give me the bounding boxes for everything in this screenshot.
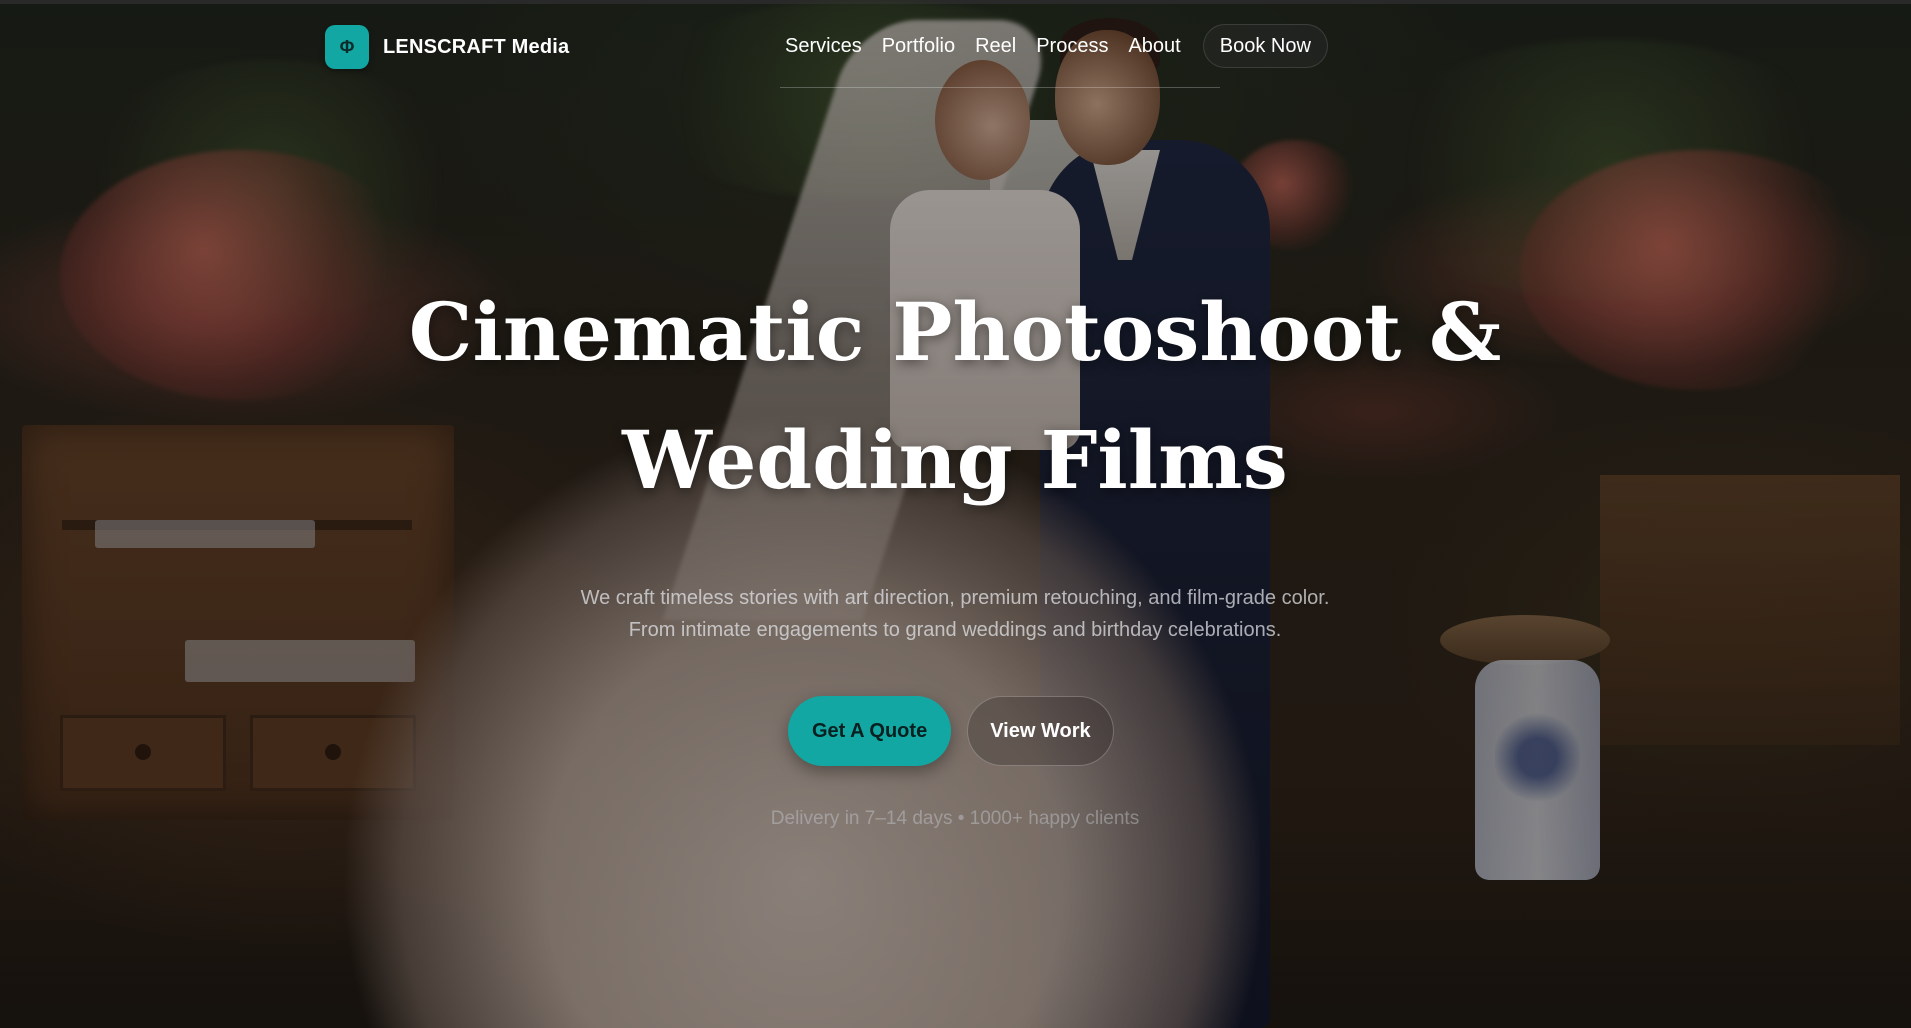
lens-logo-icon: Φ — [325, 25, 369, 69]
brand-logo[interactable]: Φ LENSCRAFT Media — [325, 25, 569, 69]
delivery-info: Delivery in 7–14 days • 1000+ happy clie… — [770, 808, 1140, 829]
nav-link-reel[interactable]: Reel — [975, 35, 1016, 58]
brand-name: LENSCRAFT Media — [383, 35, 570, 58]
nav-link-about[interactable]: About — [1128, 35, 1180, 58]
site-header: Φ LENSCRAFT Media Services Portfolio Ree… — [0, 0, 1911, 90]
main-nav: Services Portfolio Reel Process About Bo… — [785, 24, 1328, 68]
hero-title: Cinematic Photoshoot & Wedding Films — [408, 285, 1502, 507]
view-work-button[interactable]: View Work — [967, 696, 1114, 766]
nav-divider — [780, 87, 1220, 88]
nav-link-portfolio[interactable]: Portfolio — [882, 35, 955, 58]
nav-link-services[interactable]: Services — [785, 35, 862, 58]
hero-cta-group: Get A Quote View Work — [788, 696, 1114, 766]
nav-link-process[interactable]: Process — [1036, 35, 1108, 58]
hero-section: Φ LENSCRAFT Media Services Portfolio Ree… — [0, 0, 1911, 1028]
hero-subtitle: We craft timeless stories with art direc… — [580, 587, 1330, 641]
get-quote-button[interactable]: Get A Quote — [788, 696, 952, 766]
book-now-button[interactable]: Book Now — [1202, 24, 1328, 68]
